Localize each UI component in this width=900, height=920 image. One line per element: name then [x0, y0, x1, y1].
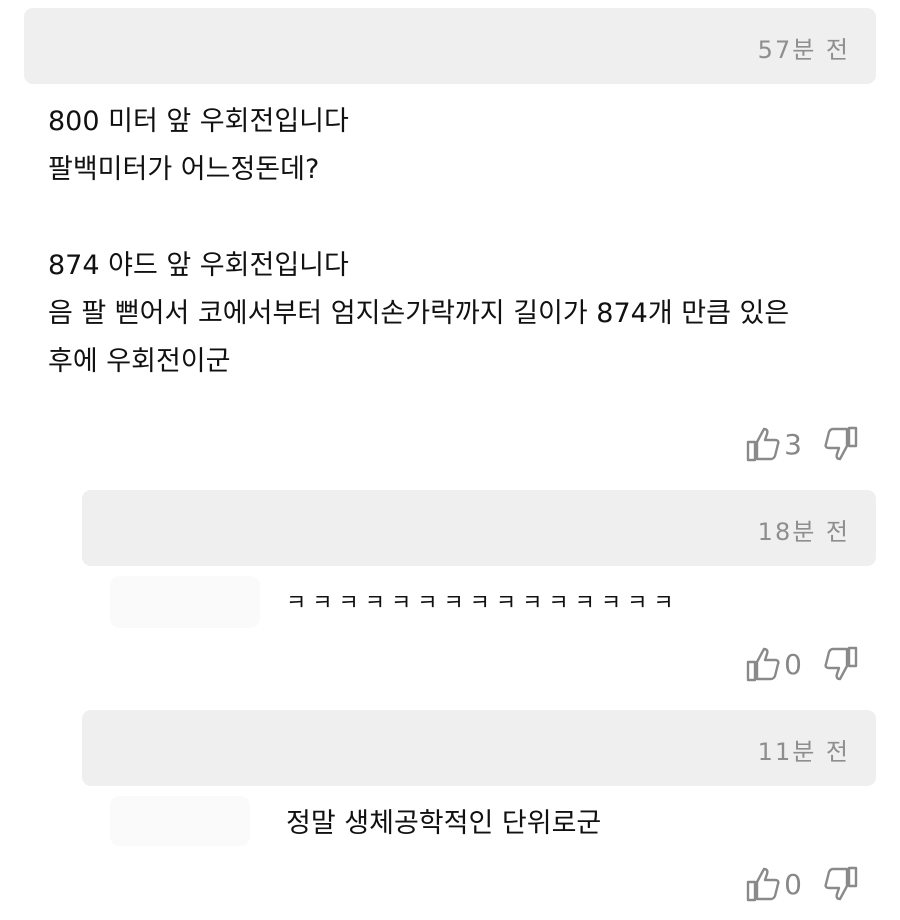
reply-header: 11분 전: [82, 710, 876, 786]
like-count: 0: [784, 647, 802, 681]
thumbs-down-icon[interactable]: [824, 866, 858, 902]
thumbs-down-icon[interactable]: [824, 646, 858, 682]
thumbs-down-icon[interactable]: [824, 426, 858, 462]
like-count: 3: [784, 427, 802, 461]
comment-time: 18분 전: [757, 518, 850, 546]
like-button[interactable]: 3: [746, 426, 802, 462]
like-button[interactable]: 0: [746, 646, 802, 682]
comment-body: 800 미터 앞 우회전입니다 팔백미터가 어느정돈데? 874 야드 앞 우회…: [48, 106, 790, 377]
comment-body: 정말 생체공학적인 단위로군: [286, 808, 602, 839]
avatar: [110, 576, 260, 628]
comment-header: 57분 전: [24, 8, 876, 84]
thumbs-up-icon: [746, 426, 780, 462]
comment-actions: 0: [746, 866, 858, 902]
thumbs-up-icon: [746, 866, 780, 902]
comment-time: 11분 전: [757, 738, 850, 766]
like-count: 0: [784, 867, 802, 901]
like-button[interactable]: 0: [746, 866, 802, 902]
comment-time: 57분 전: [757, 36, 850, 64]
comment-actions: 3: [746, 426, 858, 462]
comment-actions: 0: [746, 646, 858, 682]
thumbs-up-icon: [746, 646, 780, 682]
avatar: [110, 796, 250, 846]
comment-body: ㅋㅋㅋㅋㅋㅋㅋㅋㅋㅋㅋㅋㅋㅋㅋ: [286, 591, 680, 616]
reply-header: 18분 전: [82, 490, 876, 566]
